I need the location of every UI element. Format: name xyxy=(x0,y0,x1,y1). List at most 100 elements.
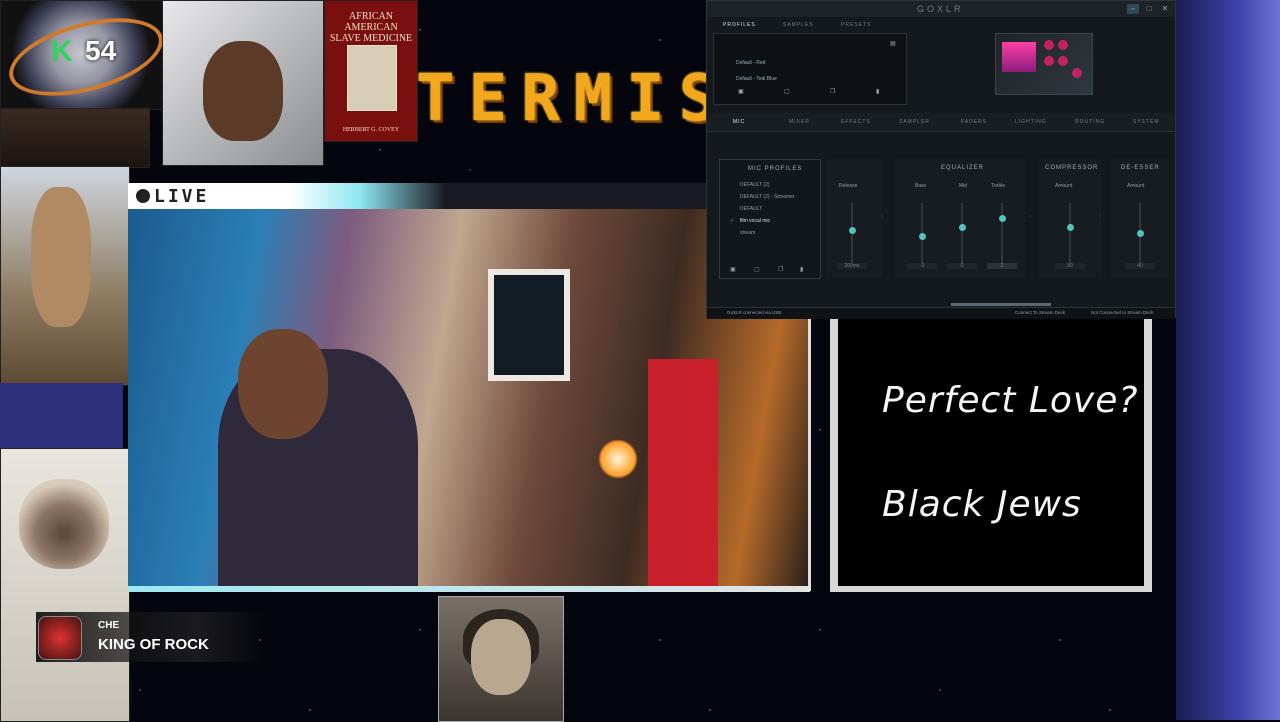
compressor-track[interactable] xyxy=(1069,203,1071,263)
alert-message: KING OF ROCK xyxy=(98,636,209,653)
maximize-button[interactable]: □ xyxy=(1143,4,1155,14)
delete-icon[interactable]: ▮ xyxy=(800,266,803,273)
eq-mid-track[interactable] xyxy=(961,203,963,263)
profile-item[interactable]: Default - Red xyxy=(736,60,765,66)
device-faders xyxy=(1002,42,1036,72)
horizontal-scrollbar[interactable] xyxy=(951,303,1051,306)
topic-line-1: Perfect Love? xyxy=(882,380,1139,421)
goxlr-main-tabs: MIC MIXER EFFECTS SAMPLER FADERS LIGHTIN… xyxy=(707,113,1175,132)
live-dot-icon xyxy=(136,189,150,203)
cat-photo xyxy=(0,448,130,722)
planet-ring-icon xyxy=(1,3,163,109)
mic-profile-item-selected[interactable]: film vocal mic xyxy=(740,218,770,224)
deesser-knob[interactable] xyxy=(1137,230,1144,237)
new-icon[interactable]: ▢ xyxy=(784,88,792,96)
release-label: Release xyxy=(839,183,858,189)
monkey-photo xyxy=(0,166,130,386)
scrolling-ticker-text: TERMIS xyxy=(416,62,732,136)
usb-status-text: GoXLR connected via USB xyxy=(727,310,782,315)
deesser-section: DE-ESSER Amount 40 xyxy=(1111,159,1169,277)
eq-treble-value[interactable]: 2 xyxy=(987,263,1017,269)
eq-mid-value[interactable]: 0 xyxy=(947,263,977,269)
device-knob xyxy=(1058,40,1068,50)
device-knob xyxy=(1058,56,1068,66)
goxlr-app-title: GOXLR xyxy=(917,4,964,14)
profile-actions: ▣ ▢ ❐ ▮ xyxy=(722,88,898,98)
tab-effects[interactable]: EFFECTS xyxy=(841,119,871,125)
tab-faders[interactable]: FADERS xyxy=(961,119,987,125)
profile-item[interactable]: Default - Teal Blue xyxy=(736,76,777,82)
mic-profile-item[interactable]: DEFAULT (2) - Streamer xyxy=(740,194,795,200)
monkey-shape xyxy=(31,187,91,327)
book-cover: AFRICAN AMERICAN SLAVE MEDICINE HERBERT … xyxy=(324,0,418,142)
compressor-knob[interactable] xyxy=(1067,224,1074,231)
device-knob xyxy=(1044,56,1054,66)
room-window xyxy=(488,269,570,381)
tab-samples[interactable]: SAMPLES xyxy=(783,22,814,28)
deesser-title: DE-ESSER xyxy=(1121,165,1160,171)
delete-icon[interactable]: ▮ xyxy=(876,88,884,96)
close-button[interactable]: ✕ xyxy=(1159,4,1171,14)
save-icon[interactable]: ▣ xyxy=(738,88,746,96)
tab-system[interactable]: SYSTEM xyxy=(1133,119,1160,125)
goxlr-titlebar[interactable]: GOXLR – □ ✕ xyxy=(707,1,1175,17)
eq-bass-label: Bass xyxy=(915,183,927,189)
eq-bass-value[interactable]: -3 xyxy=(907,263,937,269)
release-value[interactable]: 200ms xyxy=(837,263,867,269)
book-author: HERBERT G. COVEY xyxy=(342,127,400,133)
stream-deck-status: Not Connected to Stream Deck xyxy=(1091,310,1154,315)
folder-icon[interactable]: ▤ xyxy=(890,40,896,47)
compressor-title: COMPRESSOR xyxy=(1045,165,1099,171)
purple-side-band xyxy=(1176,0,1280,720)
equalizer-title: EQUALIZER xyxy=(941,165,985,171)
chevron-right-icon[interactable]: › xyxy=(1099,213,1101,220)
eq-bass-knob[interactable] xyxy=(919,233,926,240)
tab-sampler[interactable]: SAMPLER xyxy=(899,119,930,125)
mic-profile-item[interactable]: DEFAULT (2) xyxy=(740,182,770,188)
topic-board: Perfect Love? Black Jews xyxy=(830,318,1152,592)
deesser-value[interactable]: 40 xyxy=(1125,263,1155,269)
release-slider-knob[interactable] xyxy=(849,227,856,234)
mic-profile-item[interactable]: stream xyxy=(740,230,755,236)
eq-treble-knob[interactable] xyxy=(999,215,1006,222)
tab-mixer[interactable]: MIXER xyxy=(789,119,810,125)
compressor-section: COMPRESSOR Amount 50 xyxy=(1039,159,1101,277)
eq-treble-label: Treble xyxy=(991,183,1005,189)
copy-icon[interactable]: ❐ xyxy=(830,88,838,96)
tab-mic[interactable]: MIC xyxy=(733,119,745,125)
goxlr-device-preview xyxy=(995,33,1093,95)
check-icon: ✓ xyxy=(730,218,735,224)
eq-mid-knob[interactable] xyxy=(959,224,966,231)
portrait-face xyxy=(471,619,531,695)
gate-section: Release 200ms xyxy=(827,159,883,277)
viewer-alert: CHE KING OF ROCK xyxy=(36,612,266,662)
stream-deck-link[interactable]: Connect To Stream Deck xyxy=(1015,310,1065,315)
tab-presets[interactable]: PRESETS xyxy=(841,22,871,28)
equalizer-section: EQUALIZER Bass Mid Treble -3 0 2 xyxy=(895,159,1025,277)
streamer-head xyxy=(238,329,328,439)
eq-treble-track[interactable] xyxy=(1001,203,1003,263)
tab-routing[interactable]: ROUTING xyxy=(1075,119,1105,125)
copy-icon[interactable]: ❐ xyxy=(778,266,783,273)
mic-profile-item[interactable]: DEFAULT xyxy=(740,206,762,212)
tab-profiles[interactable]: PROFILES xyxy=(723,22,756,28)
kick-logo-icon: K xyxy=(51,35,73,68)
room-monitor xyxy=(648,359,718,589)
goxlr-top-tabs: PROFILES SAMPLES PRESETS xyxy=(707,17,907,33)
save-icon[interactable]: ▣ xyxy=(730,266,736,273)
kick-follower-badge: K 54 xyxy=(0,0,164,110)
minimize-button[interactable]: – xyxy=(1127,4,1139,14)
mic-profiles-title: MIC PROFILES xyxy=(748,166,803,172)
compressor-value[interactable]: 50 xyxy=(1055,263,1085,269)
device-knob xyxy=(1072,68,1082,78)
tab-lighting[interactable]: LIGHTING xyxy=(1015,119,1047,125)
new-icon[interactable]: ▢ xyxy=(754,266,760,273)
chevron-right-icon[interactable]: › xyxy=(1029,213,1031,220)
cat-head-shape xyxy=(19,479,109,569)
room-lamp xyxy=(598,439,638,479)
bust-head-shape xyxy=(203,41,283,141)
chevron-left-icon[interactable]: ‹ xyxy=(881,213,883,220)
device-knob xyxy=(1044,40,1054,50)
goxlr-app-window[interactable]: GOXLR – □ ✕ PROFILES SAMPLES PRESETS ▤ D… xyxy=(706,0,1176,319)
alert-username: CHE xyxy=(98,620,120,631)
